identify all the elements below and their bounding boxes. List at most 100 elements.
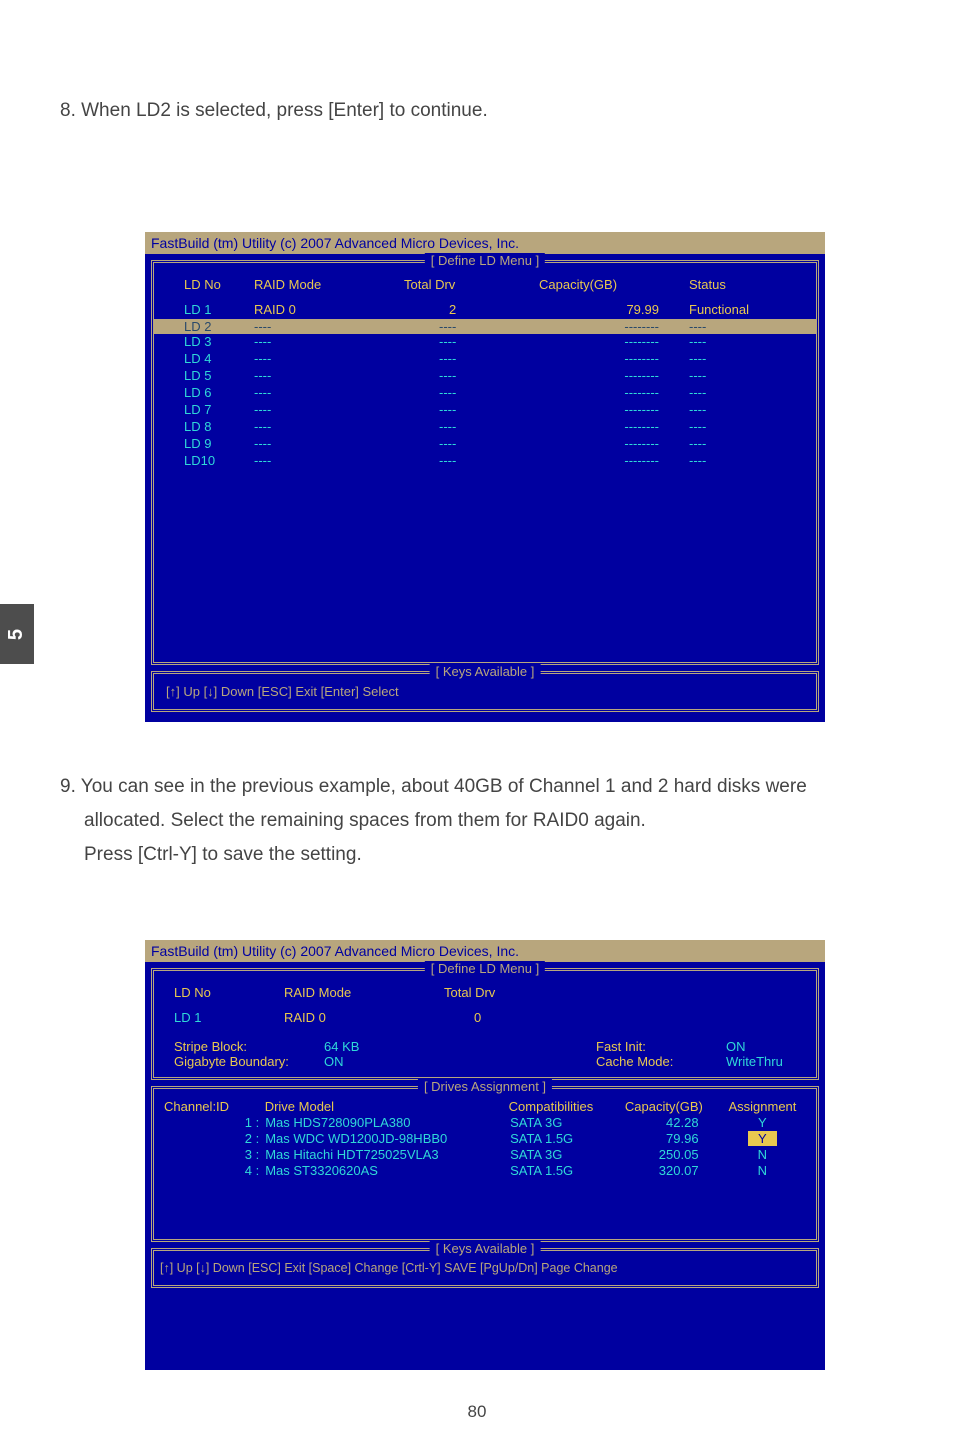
drive-model: Mas ST3320620AS <box>265 1163 510 1178</box>
drive-row[interactable]: 3 :Mas Hitachi HDT725025VLA3SATA 3G250.0… <box>154 1147 816 1162</box>
define-ld-box: [ Define LD Menu ] LD No RAID Mode Total… <box>151 260 819 665</box>
cell-cap: -------- <box>539 385 689 400</box>
ld-row-active[interactable]: LD 1 RAID 0 2 79.99 Functional <box>164 302 806 317</box>
keys-line: [↑] Up [↓] Down [ESC] Exit [Enter] Selec… <box>166 684 804 699</box>
ld-row[interactable]: LD 7-------------------- <box>164 402 806 417</box>
cell-status: ---- <box>689 419 789 434</box>
ld-row[interactable]: LD 6-------------------- <box>164 385 806 400</box>
dr-head-model: Drive Model <box>265 1099 509 1114</box>
cell-tdrv: ---- <box>404 402 539 417</box>
cell-ldno: LD 1 <box>164 302 254 317</box>
cell-ldno: LD 2 <box>164 319 254 334</box>
drive-compat: SATA 3G <box>510 1147 627 1162</box>
ld-row[interactable]: LD 5-------------------- <box>164 368 806 383</box>
bios-panel-drives-assignment: FastBuild (tm) Utility (c) 2007 Advanced… <box>145 940 825 1370</box>
drive-id: 2 : <box>164 1131 265 1146</box>
define-ld-box-2: [ Define LD Menu ] LD No RAID Mode Total… <box>151 968 819 1080</box>
instruction-step-9: 9. You can see in the previous example, … <box>60 770 914 873</box>
cell-ldno: LD 6 <box>164 385 254 400</box>
ld-row[interactable]: LD 4-------------------- <box>164 351 806 366</box>
cell-status: ---- <box>689 351 789 366</box>
ld-row[interactable]: LD 3-------------------- <box>164 334 806 349</box>
cell-raid: ---- <box>254 319 404 334</box>
drive-assign[interactable]: Y <box>719 1131 806 1146</box>
cell-tdrv: ---- <box>404 419 539 434</box>
cell-status: Functional <box>689 302 789 317</box>
cell-ldno: LD10 <box>164 453 254 468</box>
cell-cap: -------- <box>539 402 689 417</box>
cell-raid: ---- <box>254 419 404 434</box>
p2-val-ldno: LD 1 <box>154 1010 284 1025</box>
ld-row-selected[interactable]: LD 2 ---- ---- -------- ---- <box>154 319 816 334</box>
cell-tdrv: ---- <box>404 319 539 334</box>
drives-assignment-label: [ Drives Assignment ] <box>418 1079 552 1094</box>
cell-cap: 79.99 <box>539 302 689 317</box>
keys-available-label: [ Keys Available ] <box>430 664 541 679</box>
drive-id: 1 : <box>164 1115 265 1130</box>
gigabyte-boundary-value: ON <box>324 1054 384 1069</box>
cell-raid: ---- <box>254 385 404 400</box>
cell-cap: -------- <box>539 368 689 383</box>
instr-line: 9. You can see in the previous example, … <box>60 770 914 804</box>
ld-row[interactable]: LD 9-------------------- <box>164 436 806 451</box>
col-header-status: Status <box>689 277 789 292</box>
instr-line: allocated. Select the remaining spaces f… <box>60 804 914 838</box>
drive-capacity: 42.28 <box>627 1115 719 1130</box>
define-ld-label: [ Define LD Menu ] <box>425 253 545 268</box>
drive-compat: SATA 3G <box>510 1115 627 1130</box>
cell-ldno: LD 5 <box>164 368 254 383</box>
cell-tdrv: ---- <box>404 436 539 451</box>
cell-cap: -------- <box>539 319 689 334</box>
keys-line-2: [↑] Up [↓] Down [ESC] Exit [Space] Chang… <box>160 1261 810 1275</box>
keys-available-label: [ Keys Available ] <box>430 1241 541 1256</box>
p2-head-tdrv: Total Drv <box>444 985 544 1000</box>
drive-assign[interactable]: N <box>719 1163 806 1178</box>
fast-init-value: ON <box>726 1039 816 1054</box>
drive-model: Mas WDC WD1200JD-98HBB0 <box>265 1131 510 1146</box>
cell-raid: ---- <box>254 351 404 366</box>
assign-value: Y <box>758 1115 767 1130</box>
ld-row[interactable]: LD 8-------------------- <box>164 419 806 434</box>
instr-line: Press [Ctrl-Y] to save the setting. <box>60 838 914 872</box>
cell-cap: -------- <box>539 453 689 468</box>
dr-head-channel: Channel <box>164 1099 212 1114</box>
instruction-step-8: 8. When LD2 is selected, press [Enter] t… <box>60 100 488 122</box>
drive-compat: SATA 1.5G <box>510 1131 627 1146</box>
cell-raid: ---- <box>254 334 404 349</box>
drive-capacity: 250.05 <box>627 1147 719 1162</box>
drive-assign[interactable]: Y <box>719 1115 806 1130</box>
assign-value-highlighted: Y <box>748 1131 777 1146</box>
cell-tdrv: 2 <box>404 302 539 317</box>
bios-panel-define-ld: FastBuild (tm) Utility (c) 2007 Advanced… <box>145 232 825 722</box>
drive-row[interactable]: 4 :Mas ST3320620ASSATA 1.5G320.07N <box>154 1163 816 1178</box>
cell-tdrv: ---- <box>404 351 539 366</box>
assign-value: N <box>758 1147 767 1162</box>
gigabyte-boundary-label: Gigabyte Boundary: <box>154 1054 324 1069</box>
cell-cap: -------- <box>539 334 689 349</box>
stripe-block-value: 64 KB <box>304 1039 384 1054</box>
cell-raid: ---- <box>254 453 404 468</box>
p2-head-ldno: LD No <box>154 985 284 1000</box>
fast-init-label: Fast Init: <box>596 1039 726 1054</box>
cell-ldno: LD 7 <box>164 402 254 417</box>
drive-assign[interactable]: N <box>719 1147 806 1162</box>
cell-cap: -------- <box>539 351 689 366</box>
drive-row[interactable]: 1 :Mas HDS728090PLA380SATA 3G42.28 Y <box>154 1115 816 1130</box>
page-number: 80 <box>468 1402 487 1422</box>
assign-value: N <box>758 1163 767 1178</box>
p2-head-raid: RAID Mode <box>284 985 444 1000</box>
drive-model: Mas Hitachi HDT725025VLA3 <box>265 1147 510 1162</box>
title-bar: FastBuild (tm) Utility (c) 2007 Advanced… <box>145 232 825 254</box>
drive-row[interactable]: 2 :Mas WDC WD1200JD-98HBB0SATA 1.5G79.96… <box>154 1131 816 1146</box>
cell-status: ---- <box>689 334 789 349</box>
drives-header-row: Channel:ID Drive Model Compatibilities C… <box>154 1099 816 1114</box>
cell-status: ---- <box>689 368 789 383</box>
stripe-block-label: Stripe Block: <box>154 1039 304 1054</box>
cell-raid: ---- <box>254 368 404 383</box>
col-header-raid: RAID Mode <box>254 277 404 292</box>
ld-row[interactable]: LD10-------------------- <box>164 453 806 468</box>
drive-model: Mas HDS728090PLA380 <box>265 1115 510 1130</box>
keys-available-box: [ Keys Available ] [↑] Up [↓] Down [ESC]… <box>151 671 819 712</box>
cell-cap: -------- <box>539 419 689 434</box>
dr-head-id: :ID <box>212 1099 229 1114</box>
